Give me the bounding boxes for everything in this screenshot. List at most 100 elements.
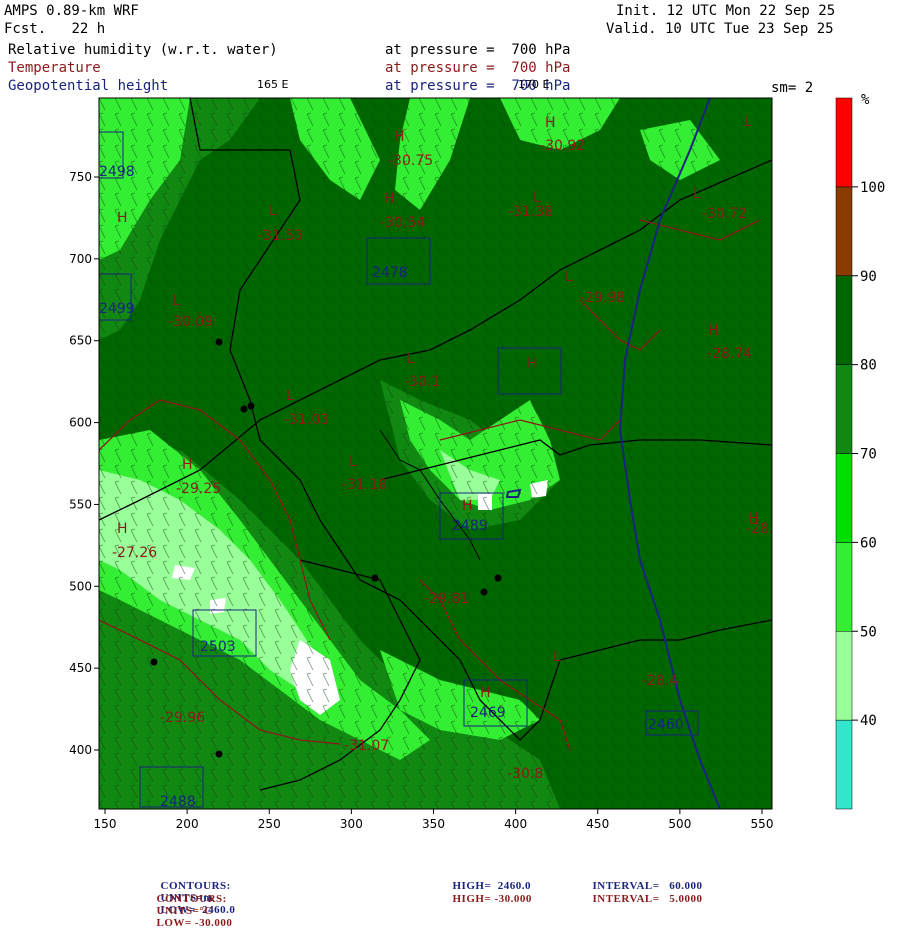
y-tick-label: 400: [69, 743, 92, 757]
x-tick-label: 200: [176, 817, 199, 831]
colorbar-label: 60: [860, 535, 877, 551]
low-marker: L: [744, 114, 752, 130]
high-marker: H: [545, 115, 556, 131]
y-tick-label: 650: [69, 334, 92, 348]
footer-label: CONTOURS:: [156, 893, 227, 905]
footer-temp-contours: CONTOURS: UNITS=°C LOW= -30.000: [150, 881, 232, 929]
temp-label: -29.81: [424, 591, 469, 607]
temp-label: -31.18: [342, 477, 387, 493]
y-tick-label: 700: [69, 252, 92, 266]
x-tick-label: 550: [751, 817, 774, 831]
temp-label: -31.03: [284, 412, 329, 428]
footer-interval: INTERVAL= 5.0000: [592, 893, 703, 905]
station-dot: [215, 750, 223, 758]
temp-label: -30.75: [388, 153, 433, 169]
high-marker: H: [384, 191, 395, 207]
footer-temp-contours-high: HIGH= -30.000: [446, 881, 532, 905]
temp-label: -30.09: [168, 314, 213, 330]
temp-label: -30.92: [540, 138, 585, 154]
x-tick-label: 300: [340, 817, 363, 831]
high-marker: H: [462, 498, 473, 514]
y-tick-label: 550: [69, 497, 92, 511]
station-dot: [240, 405, 248, 413]
temp-label: -31.53: [258, 228, 303, 244]
temp-label: -30.72: [702, 206, 747, 222]
low-marker: L: [286, 388, 294, 404]
footer-units: UNITS=°C: [156, 905, 213, 917]
colorbar-label: 90: [860, 269, 877, 285]
temp-label: -30.54: [380, 215, 425, 231]
station-dot: [215, 338, 223, 346]
low-marker: L: [349, 454, 357, 470]
temp-label: -31.38: [508, 204, 553, 220]
x-tick-label: 250: [258, 817, 281, 831]
temp-label: -28.4: [642, 673, 678, 689]
colorbar-unit: %: [861, 92, 870, 108]
station-dot: [480, 588, 488, 596]
colorbar-band: [835, 275, 853, 365]
footer-high: HIGH= -30.000: [452, 893, 532, 905]
temp-label: -29.96: [160, 710, 205, 726]
y-tick-label: 450: [69, 661, 92, 675]
height-label: 2478: [372, 265, 408, 281]
height-label: 2499: [99, 301, 135, 317]
height-label: 2498: [99, 164, 135, 180]
colorbar-label: 70: [860, 447, 877, 463]
low-marker: L: [269, 203, 277, 219]
low-marker: L: [565, 269, 573, 285]
low-marker: L: [553, 649, 561, 665]
low-marker: L: [693, 186, 701, 202]
colorbar-band: [835, 719, 853, 810]
temp-label: -28.3: [746, 521, 782, 537]
high-marker: H: [708, 323, 719, 339]
footer-low: LOW= -30.000: [156, 917, 233, 929]
x-tick-label: 400: [504, 817, 527, 831]
colorbar-label: 50: [860, 624, 877, 640]
x-tick-label: 500: [668, 817, 691, 831]
temp-label: -29.98: [580, 290, 625, 306]
y-tick-label: 500: [69, 579, 92, 593]
high-marker: H: [117, 521, 128, 537]
low-marker: L: [172, 293, 180, 309]
height-label: 2469: [470, 705, 506, 721]
y-tick-label: 600: [69, 416, 92, 430]
station-dot: [371, 574, 379, 582]
temp-label: -30.1: [404, 374, 440, 390]
colorbar-band: [835, 97, 853, 188]
footer-temp-contours-interval: INTERVAL= 5.0000: [586, 881, 703, 905]
temp-label: -31.07: [344, 738, 389, 754]
y-axis: 400 450 500 550 600 650 700 750: [69, 170, 99, 757]
station-dot: [150, 658, 158, 666]
height-label: 2503: [200, 639, 236, 655]
wind-barbs: [99, 98, 772, 809]
high-marker: H: [394, 129, 405, 145]
temp-label: -30.8: [507, 766, 543, 782]
colorbar-band: [835, 453, 853, 543]
colorbar-band: [835, 186, 853, 276]
colorbar-label: 100: [860, 180, 885, 196]
temp-label: -27.26: [112, 545, 157, 561]
y-tick-label: 750: [69, 170, 92, 184]
height-label: 2460: [648, 717, 684, 733]
colorbar-band: [835, 631, 853, 721]
x-tick-label: 150: [94, 817, 117, 831]
colorbar-band: [835, 542, 853, 632]
map-figure: 2478 2489 2503 2469 2460 2499 2498 2488 …: [69, 92, 885, 831]
colorbar-label: 80: [860, 358, 877, 374]
colorbar-band: [835, 364, 853, 454]
high-marker: H: [117, 210, 128, 226]
height-label: 2488: [160, 794, 196, 810]
high-marker: H: [182, 457, 193, 473]
x-tick-label: 350: [422, 817, 445, 831]
low-marker: L: [407, 351, 415, 367]
station-dot: [247, 402, 255, 410]
temp-label: -29.25: [176, 481, 221, 497]
height-label: 2489: [452, 518, 488, 534]
x-axis: 150 200 250 300 350 400 450 500 550: [94, 809, 774, 831]
temp-label: -28.74: [707, 346, 752, 362]
station-dot: [494, 574, 502, 582]
x-tick-label: 450: [586, 817, 609, 831]
map-plot-area: 2478 2489 2503 2469 2460 2499 2498 2488 …: [99, 98, 782, 810]
colorbar: % 40 50 60 70 80 90 100: [835, 92, 885, 810]
high-marker: H: [480, 685, 491, 701]
